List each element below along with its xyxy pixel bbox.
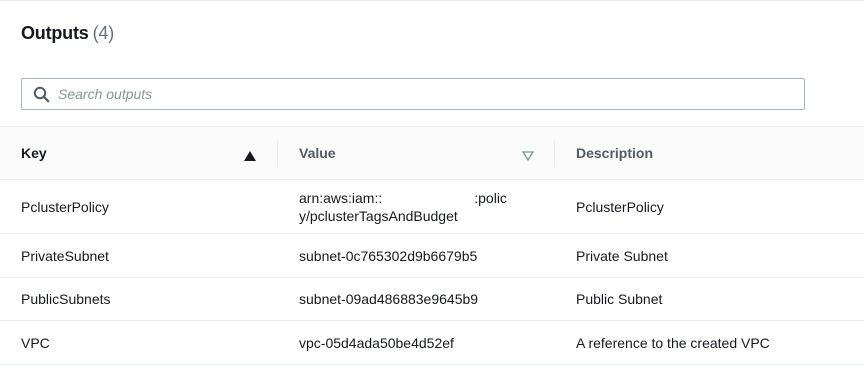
search-box[interactable]: [21, 78, 805, 110]
outputs-table: Key Value Description PclusterPolicy arn…: [0, 126, 864, 365]
search-icon: [33, 86, 50, 103]
row-key: PublicSubnets: [21, 291, 111, 307]
row-value: arn:aws:iam:::polic y/pclusterTagsAndBud…: [299, 180, 539, 233]
row-description: PclusterPolicy: [576, 198, 664, 215]
table-row: PublicSubnets subnet-09ad486883e9645b9 P…: [0, 278, 864, 321]
outputs-panel: Outputs(4) Key Value Description Pclu: [0, 0, 864, 365]
row-key: VPC: [21, 334, 50, 351]
outputs-header: Outputs (4): [21, 23, 114, 44]
sort-ascending-icon[interactable]: [244, 148, 256, 161]
row-value: subnet-0c765302d9b6679b5: [299, 247, 478, 264]
row-value: subnet-09ad486883e9645b9: [299, 291, 479, 307]
column-header-description[interactable]: Description: [576, 127, 653, 179]
table-row: VPC vpc-05d4ada50be4d52ef A reference to…: [0, 321, 864, 365]
row-value-line2: y/pclusterTagsAndBudget: [299, 207, 458, 224]
row-description: Public Subnet: [576, 291, 663, 307]
column-divider[interactable]: [554, 141, 555, 167]
table-row: PclusterPolicy arn:aws:iam:::polic y/pcl…: [0, 180, 864, 234]
outputs-count: (4): [92, 23, 115, 43]
column-header-key[interactable]: Key: [21, 127, 47, 179]
row-value-line1-prefix: arn:aws:iam::: [299, 189, 383, 206]
table-row: PrivateSubnet subnet-0c765302d9b6679b5 P…: [0, 234, 864, 278]
row-key: PrivateSubnet: [21, 247, 109, 264]
outputs-title: Outputs: [21, 23, 89, 43]
table-header: Key Value Description: [0, 126, 864, 180]
row-key: PclusterPolicy: [21, 198, 109, 215]
row-description: Private Subnet: [576, 247, 668, 264]
row-description: A reference to the created VPC: [576, 334, 770, 351]
column-divider[interactable]: [277, 141, 278, 167]
sort-descending-icon[interactable]: [521, 148, 535, 162]
row-value: vpc-05d4ada50be4d52ef: [299, 334, 454, 351]
row-value-line1-suffix: :polic: [474, 189, 507, 206]
search-input[interactable]: [58, 79, 788, 109]
column-header-value[interactable]: Value: [299, 127, 336, 179]
